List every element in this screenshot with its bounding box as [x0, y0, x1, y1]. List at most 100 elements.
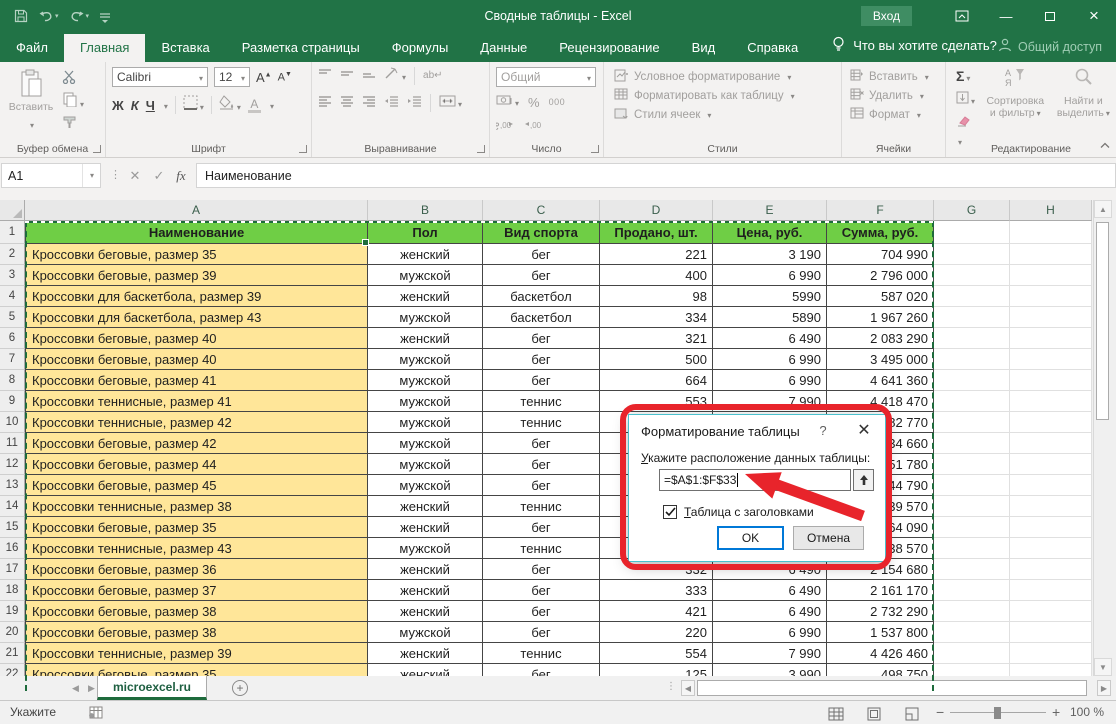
- cell[interactable]: [1010, 412, 1092, 433]
- cell[interactable]: теннис: [483, 412, 600, 433]
- table-header-cell[interactable]: Цена, руб.: [713, 221, 827, 244]
- cell[interactable]: [934, 664, 1010, 676]
- cell[interactable]: Кроссовки беговые, размер 40: [25, 328, 368, 349]
- cell[interactable]: женский: [368, 244, 483, 265]
- cell[interactable]: Кроссовки беговые, размер 35: [25, 244, 368, 265]
- cell[interactable]: женский: [368, 517, 483, 538]
- cell[interactable]: теннис: [483, 496, 600, 517]
- insert-cells-button[interactable]: Вставить: [850, 67, 941, 86]
- cell[interactable]: женский: [368, 559, 483, 580]
- number-dialog-launcher-icon[interactable]: [591, 145, 599, 153]
- cell[interactable]: [934, 244, 1010, 265]
- row-header-17[interactable]: 17: [0, 559, 25, 580]
- cell[interactable]: 5990: [713, 286, 827, 307]
- vertical-scroll-thumb[interactable]: [1096, 222, 1109, 420]
- fill-down-icon[interactable]: [956, 91, 976, 109]
- cell[interactable]: 6 490: [713, 559, 827, 580]
- tab-Вид[interactable]: Вид: [676, 34, 732, 62]
- undo-icon[interactable]: ▾: [38, 10, 59, 23]
- cell[interactable]: баскетбол: [483, 307, 600, 328]
- cell[interactable]: [1010, 664, 1092, 676]
- align-left-icon[interactable]: [318, 94, 332, 112]
- cell[interactable]: Кроссовки беговые, размер 44: [25, 454, 368, 475]
- table-header-cell[interactable]: Сумма, руб.: [827, 221, 934, 244]
- shrink-font-button[interactable]: А▼: [278, 71, 292, 84]
- cell[interactable]: Кроссовки беговые, размер 39: [25, 265, 368, 286]
- scroll-down-icon[interactable]: ▼: [1094, 658, 1112, 676]
- cell[interactable]: [934, 517, 1010, 538]
- cell[interactable]: 4 426 460: [827, 643, 934, 664]
- enter-entry-icon[interactable]: ✓: [148, 163, 170, 188]
- range-select-button[interactable]: [853, 469, 874, 491]
- cell[interactable]: женский: [368, 664, 483, 676]
- cell[interactable]: Кроссовки для баскетбола, размер 43: [25, 307, 368, 328]
- underline-button[interactable]: Ч: [146, 98, 155, 113]
- cell[interactable]: 498 750: [827, 664, 934, 676]
- format-cells-button[interactable]: Формат: [850, 105, 941, 124]
- row-header-10[interactable]: 10: [0, 412, 25, 433]
- dropdown-caret-icon[interactable]: ▾: [86, 12, 90, 20]
- macro-record-icon[interactable]: [88, 706, 103, 722]
- cell[interactable]: [1010, 265, 1092, 286]
- cell[interactable]: бег: [483, 454, 600, 475]
- cell[interactable]: [1010, 349, 1092, 370]
- cell[interactable]: 6 490: [713, 580, 827, 601]
- copy-icon[interactable]: [62, 92, 84, 112]
- cell[interactable]: мужской: [368, 370, 483, 391]
- cell[interactable]: 704 990: [827, 244, 934, 265]
- cell[interactable]: [934, 622, 1010, 643]
- align-bottom-icon[interactable]: [362, 67, 376, 85]
- tab-Главная[interactable]: Главная: [64, 34, 145, 62]
- cell[interactable]: бег: [483, 475, 600, 496]
- cell[interactable]: Кроссовки беговые, размер 41: [25, 370, 368, 391]
- cell[interactable]: Кроссовки беговые, размер 42: [25, 433, 368, 454]
- name-box[interactable]: A1: [1, 163, 101, 188]
- table-header-cell[interactable]: Пол: [368, 221, 483, 244]
- cell[interactable]: 6 990: [713, 370, 827, 391]
- tab-Справка[interactable]: Справка: [731, 34, 814, 62]
- cell[interactable]: [934, 580, 1010, 601]
- cell[interactable]: теннис: [483, 643, 600, 664]
- cell[interactable]: [934, 433, 1010, 454]
- align-middle-icon[interactable]: [340, 67, 354, 85]
- row-header-21[interactable]: 21: [0, 643, 25, 664]
- row-header-22[interactable]: 22: [0, 664, 25, 676]
- cell[interactable]: 2 732 290: [827, 601, 934, 622]
- cell[interactable]: 220: [600, 622, 713, 643]
- cell[interactable]: женский: [368, 601, 483, 622]
- cell[interactable]: 6 990: [713, 349, 827, 370]
- cell[interactable]: 3 495 000: [827, 349, 934, 370]
- align-center-icon[interactable]: [340, 94, 354, 112]
- row-header-8[interactable]: 8: [0, 370, 25, 391]
- tab-Данные[interactable]: Данные: [464, 34, 543, 62]
- grow-font-button[interactable]: А▲: [256, 70, 272, 85]
- ok-button[interactable]: OK: [717, 526, 784, 550]
- minimize-button[interactable]: —: [984, 0, 1028, 32]
- cell[interactable]: 6 490: [713, 328, 827, 349]
- delete-cells-button[interactable]: Удалить: [850, 86, 941, 105]
- cell[interactable]: [934, 221, 1010, 244]
- column-header-G[interactable]: G: [934, 200, 1010, 221]
- cell[interactable]: бег: [483, 349, 600, 370]
- cell[interactable]: [1010, 454, 1092, 475]
- cell[interactable]: мужской: [368, 622, 483, 643]
- tell-me-box[interactable]: Что вы хотите сделать?: [832, 36, 997, 62]
- next-sheet-icon[interactable]: ▶: [88, 683, 95, 694]
- dropdown-caret-icon[interactable]: [82, 164, 94, 187]
- cell[interactable]: [1010, 433, 1092, 454]
- row-header-16[interactable]: 16: [0, 538, 25, 559]
- tab-Формулы[interactable]: Формулы: [376, 34, 465, 62]
- formula-bar-grip[interactable]: ⋮: [110, 168, 122, 181]
- cell[interactable]: [934, 286, 1010, 307]
- cell[interactable]: 3 990: [713, 664, 827, 676]
- cell[interactable]: Кроссовки теннисные, размер 41: [25, 391, 368, 412]
- row-header-14[interactable]: 14: [0, 496, 25, 517]
- tab-Файл[interactable]: Файл: [0, 34, 64, 62]
- cell[interactable]: мужской: [368, 538, 483, 559]
- row-header-19[interactable]: 19: [0, 601, 25, 622]
- row-header-3[interactable]: 3: [0, 265, 25, 286]
- cell[interactable]: [1010, 580, 1092, 601]
- hscroll-grip[interactable]: ⋮: [666, 681, 676, 692]
- cell[interactable]: мужской: [368, 265, 483, 286]
- cell[interactable]: 125: [600, 664, 713, 676]
